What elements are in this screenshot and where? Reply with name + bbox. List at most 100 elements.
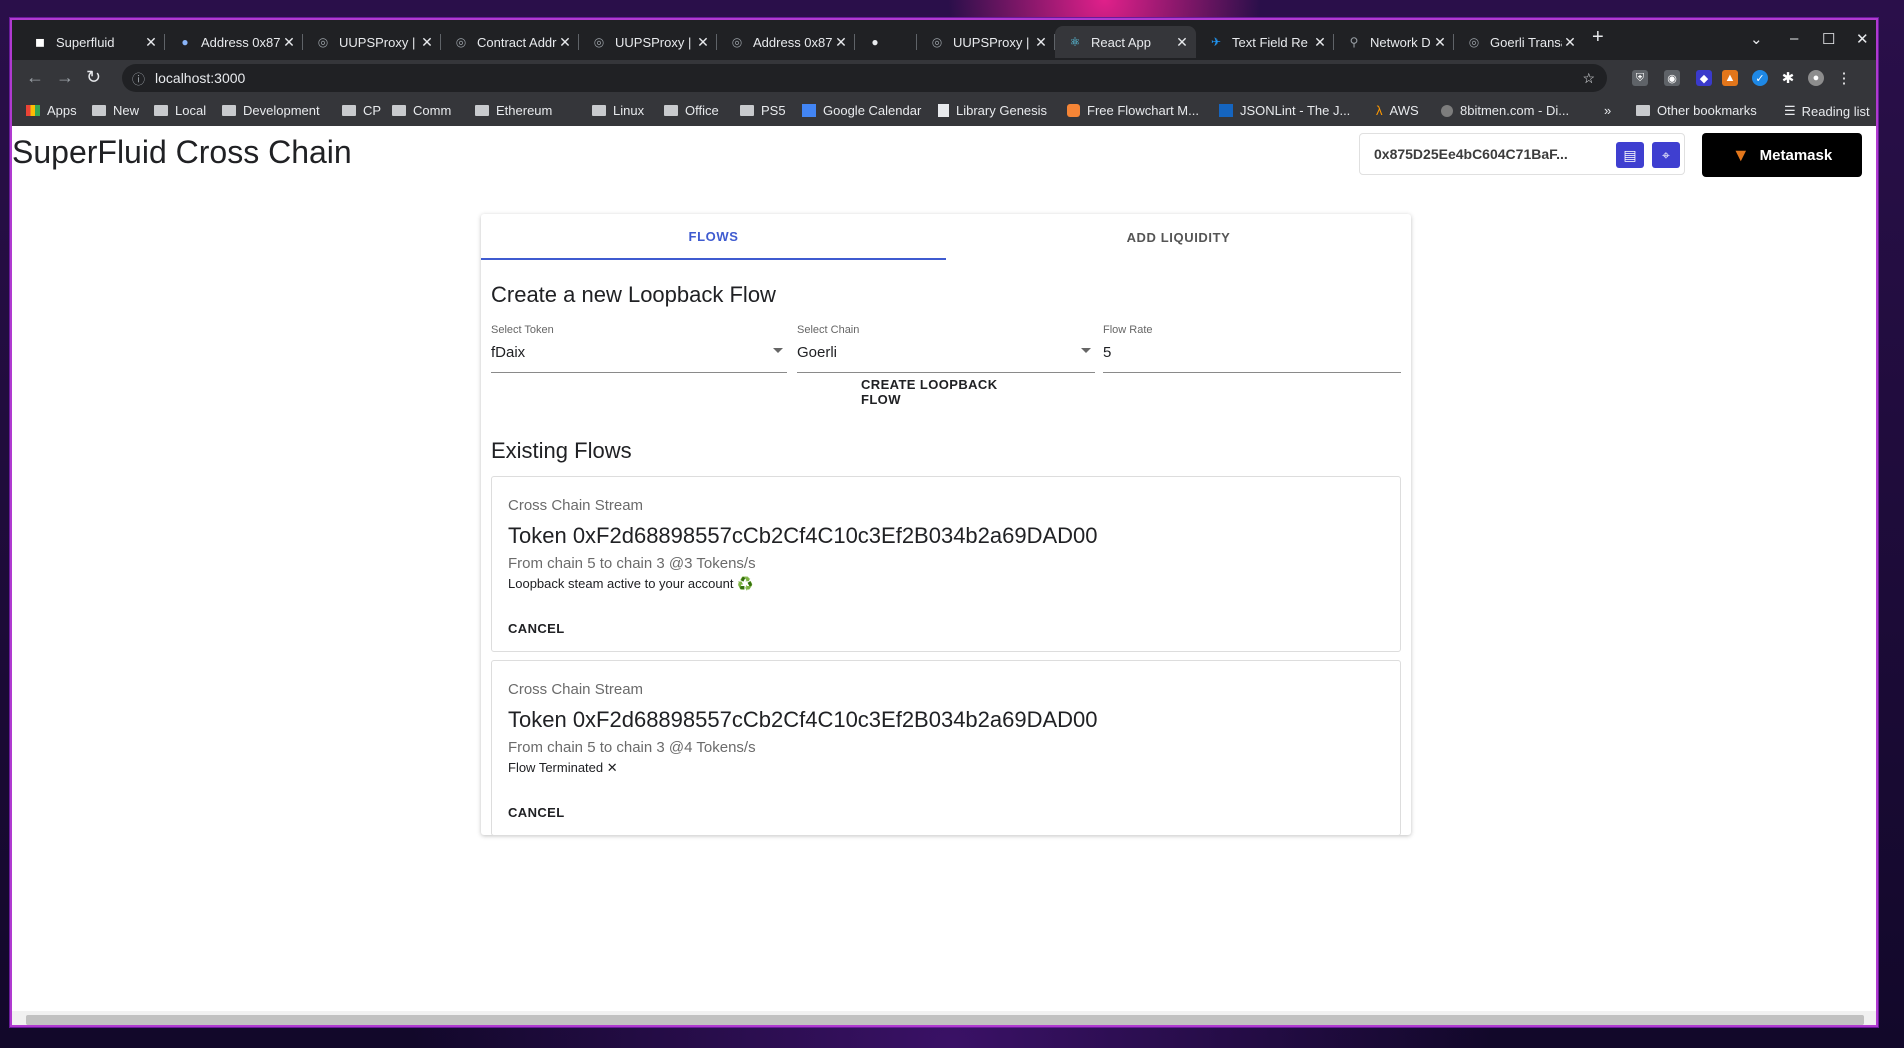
bookmark-jsonlint[interactable]: JSONLint - The J... — [1219, 103, 1350, 118]
menu-icon[interactable]: ⋮ — [1836, 70, 1852, 87]
calendar-icon — [802, 104, 816, 117]
tab-favicon-icon: ✈ — [1210, 35, 1222, 49]
flow-kind: Cross Chain Stream — [508, 681, 644, 698]
extension-icon[interactable]: ◆ — [1696, 70, 1712, 86]
maximize-button[interactable]: ☐ — [1822, 30, 1835, 48]
url-text: localhost:3000 — [155, 70, 246, 86]
bookmark-library-genesis[interactable]: Library Genesis — [938, 103, 1047, 118]
tab-add-liquidity[interactable]: ADD LIQUIDITY — [946, 214, 1411, 260]
folder-icon — [740, 105, 754, 116]
address-bar[interactable]: ⓘ localhost:3000 ☆ — [122, 64, 1607, 92]
tab-title: Network D — [1370, 34, 1431, 50]
horizontal-scrollbar[interactable] — [12, 1011, 1876, 1025]
tab-flows[interactable]: FLOWS — [481, 214, 946, 260]
close-icon[interactable]: ✕ — [1033, 34, 1049, 51]
close-icon[interactable]: ✕ — [1312, 34, 1328, 51]
browser-tab[interactable]: ◼ Superfluid ✕ — [20, 26, 165, 58]
wallet-address: 0x875D25Ee4bC604C71BaF... — [1374, 146, 1568, 162]
bookmark-folder[interactable]: Comm — [392, 103, 451, 118]
tab-title: React App — [1091, 34, 1151, 50]
close-icon[interactable]: ✕ — [1432, 34, 1448, 51]
close-icon[interactable]: ✕ — [1562, 34, 1578, 51]
browser-tab[interactable]: ● Address 0x87 ✕ — [165, 26, 303, 58]
browser-tab[interactable]: ◎ UUPSProxy | C✕ — [579, 26, 717, 58]
close-icon[interactable]: ✕ — [143, 34, 159, 51]
info-icon[interactable]: ⓘ — [132, 69, 145, 88]
cancel-button[interactable]: CANCEL — [508, 621, 565, 636]
bookmark-folder[interactable]: Development — [222, 103, 320, 118]
link-icon: ⚲ — [1349, 35, 1359, 49]
bookmark-folder[interactable]: CP — [342, 103, 381, 118]
bookmark-apps[interactable]: Apps — [26, 103, 77, 118]
flow-card: Cross Chain Stream Token 0xF2d68898557cC… — [491, 660, 1401, 836]
puzzle-icon[interactable]: ✱ — [1780, 70, 1796, 87]
book-icon — [938, 104, 949, 117]
close-icon[interactable]: ✕ — [1174, 34, 1190, 51]
dropdown-arrow-icon — [1081, 348, 1091, 353]
token-select-value: fDaix — [491, 344, 526, 361]
close-icon[interactable]: ✕ — [557, 34, 573, 51]
bookmark-folder[interactable]: Office — [664, 103, 719, 118]
minimize-button[interactable]: – — [1790, 30, 1798, 47]
forward-icon[interactable]: → — [56, 68, 74, 86]
wallet-address-box: 0x875D25Ee4bC604C71BaF... ▤ ⌖ — [1359, 133, 1685, 175]
extension-icon[interactable]: ◉ — [1664, 70, 1680, 86]
metamask-extension-icon[interactable]: ▲ — [1722, 70, 1738, 86]
browser-tab[interactable]: ✈ Text Field Re ✕ — [1196, 26, 1334, 58]
browser-tab[interactable]: ◎ UUPSProxy | C✕ — [917, 26, 1055, 58]
folder-icon — [222, 105, 236, 116]
shield-extension-icon[interactable]: ⛨ — [1632, 70, 1648, 86]
chain-select[interactable]: Select Chain Goerli — [797, 324, 1095, 373]
back-icon[interactable]: ← — [26, 68, 44, 86]
reload-icon[interactable]: ↻ — [86, 68, 101, 86]
browser-tab[interactable]: ◎ Goerli Transa ✕ — [1454, 26, 1584, 58]
tab-search-icon[interactable]: ⌄ — [1750, 30, 1763, 48]
tab-title: UUPSProxy | C — [615, 34, 695, 50]
create-loopback-flow-button[interactable]: CREATE LOOPBACK FLOW — [861, 377, 1031, 407]
close-icon[interactable]: ✕ — [695, 34, 711, 51]
flow-route: From chain 5 to chain 3 @3 Tokens/s — [508, 555, 756, 572]
bookmark-folder[interactable]: Linux — [592, 103, 644, 118]
bookmark-folder[interactable]: Local — [154, 103, 206, 118]
browser-toolbar: ← → ↻ ⓘ localhost:3000 ☆ ⛨ ◉ ◆ ▲ ✓ ✱ ● ⋮ — [12, 60, 1876, 96]
close-window-button[interactable]: ✕ — [1856, 30, 1869, 48]
bookmark-reading-list[interactable]: ☰ Reading list — [1784, 103, 1870, 119]
close-icon[interactable]: ✕ — [833, 34, 849, 51]
bookmarks-overflow-icon[interactable]: » — [1604, 103, 1611, 118]
scrollbar-thumb[interactable] — [26, 1015, 1864, 1025]
scan-icon[interactable]: ⌖ — [1652, 142, 1680, 168]
tab-favicon-icon: ◎ — [317, 35, 329, 49]
bookmark-aws[interactable]: λ AWS — [1376, 103, 1419, 118]
metamask-button[interactable]: ▼ Metamask — [1702, 133, 1862, 177]
close-icon[interactable]: ✕ — [281, 34, 297, 51]
new-tab-button[interactable]: + — [1592, 26, 1604, 49]
folder-icon — [664, 105, 678, 116]
bookmark-folder[interactable]: Ethereum — [475, 103, 552, 118]
tab-favicon-icon: ◎ — [455, 35, 467, 49]
browser-tab[interactable]: ● — [855, 26, 917, 58]
browser-tab[interactable]: ⚲ Network D ✕ — [1334, 26, 1454, 58]
bookmark-folder[interactable]: PS5 — [740, 103, 786, 118]
browser-tab-active[interactable]: ⚛ React App ✕ — [1055, 26, 1196, 58]
bookmark-star-icon[interactable]: ☆ — [1582, 70, 1595, 87]
folder-icon — [154, 105, 168, 116]
cancel-button[interactable]: CANCEL — [508, 805, 565, 820]
extension-icon[interactable]: ✓ — [1752, 70, 1768, 86]
browser-tab[interactable]: ◎ Address 0x87 ✕ — [717, 26, 855, 58]
bookmark-folder[interactable]: New — [92, 103, 139, 118]
clipboard-icon[interactable]: ▤ — [1616, 142, 1644, 168]
bookmark-8bitmen[interactable]: 8bitmen.com - Di... — [1441, 103, 1569, 118]
token-select[interactable]: Select Token fDaix — [491, 324, 787, 373]
close-icon[interactable]: ✕ — [419, 34, 435, 51]
chain-select-value: Goerli — [797, 344, 838, 361]
flow-rate-field[interactable]: Flow Rate 5 — [1103, 324, 1401, 373]
bookmark-flowchart[interactable]: Free Flowchart M... — [1067, 103, 1199, 118]
tab-title: Contract Addr — [477, 34, 557, 50]
fox-icon: ▼ — [1731, 144, 1750, 165]
bookmark-google-calendar[interactable]: Google Calendar — [802, 103, 921, 118]
metamask-label: Metamask — [1759, 146, 1833, 164]
bookmark-other-bookmarks[interactable]: Other bookmarks — [1636, 103, 1757, 118]
browser-tab[interactable]: ◎ UUPSProxy | C✕ — [303, 26, 441, 58]
avatar[interactable]: ● — [1808, 70, 1824, 86]
browser-tab[interactable]: ◎ Contract Addr ✕ — [441, 26, 579, 58]
